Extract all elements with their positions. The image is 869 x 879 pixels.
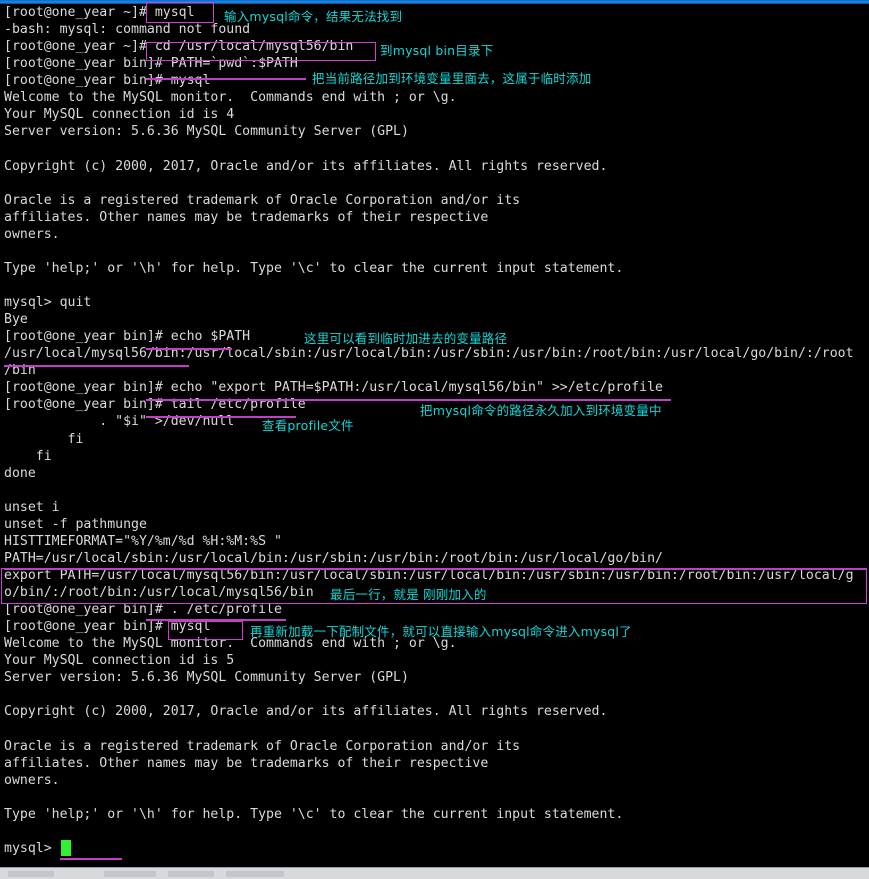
os-taskbar[interactable] (0, 867, 869, 879)
terminal-line: . "$i" >/dev/null (4, 414, 235, 430)
annotation-text: 把当前路径加到环境变量里面去，这属于临时添加 (312, 71, 592, 86)
terminal-line: unset -f pathmunge (4, 516, 147, 532)
terminal-line: /usr/local/mysql56/bin:/usr/local/sbin:/… (4, 346, 854, 362)
terminal-line: Copyright (c) 2000, 2017, Oracle and/or … (4, 158, 608, 174)
terminal-line: [root@one_year bin]# PATH=`pwd`:$PATH (4, 56, 298, 72)
terminal-line: [root@one_year bin]# mysql (4, 619, 211, 635)
annotation-text: 这里可以看到临时加进去的变量路径 (304, 331, 508, 346)
terminal-line: Server version: 5.6.36 MySQL Community S… (4, 670, 409, 686)
taskbar-item[interactable] (168, 871, 214, 877)
terminal-line: Welcome to the MySQL monitor. Commands e… (4, 90, 457, 106)
annotation-text: 再重新加载一下配制文件，就可以直接输入mysql命令进入mysql了 (250, 624, 632, 639)
terminal-line: done (4, 465, 36, 481)
terminal-line: Oracle is a registered trademark of Orac… (4, 192, 521, 208)
annotation-text: 到mysql bin目录下 (380, 43, 494, 58)
terminal-line: Type 'help;' or '\h' for help. Type '\c'… (4, 806, 624, 822)
terminal-line: affiliates. Other names may be trademark… (4, 755, 489, 771)
terminal-line: [root@one_year ~]# cd /usr/local/mysql56… (4, 39, 354, 55)
terminal-line: -bash: mysql: command not found (4, 22, 251, 38)
terminal-line: Server version: 5.6.36 MySQL Community S… (4, 124, 409, 140)
terminal-line: export PATH=/usr/local/mysql56/bin:/usr/… (4, 567, 854, 583)
terminal-line: fi (4, 431, 84, 447)
terminal-line: fi (4, 448, 52, 464)
terminal-line: [root@one_year bin]# echo $PATH (4, 329, 251, 345)
terminal-window[interactable]: [root@one_year ~]# mysql -bash: mysql: co… (0, 0, 869, 879)
terminal-line: mysql> quit (4, 295, 92, 311)
terminal-line: Copyright (c) 2000, 2017, Oracle and/or … (4, 704, 608, 720)
terminal-line: [root@one_year bin]# mysql (4, 73, 211, 89)
taskbar-item[interactable] (104, 871, 156, 877)
annotation-text: 查看profile文件 (262, 418, 354, 433)
taskbar-item[interactable] (226, 871, 284, 877)
terminal-line: PATH=/usr/local/sbin:/usr/local/bin:/usr… (4, 550, 663, 566)
terminal-line: o/bin/:/root/bin:/usr/local/mysql56/bin (4, 585, 314, 601)
terminal-line: [root@one_year bin]# tail /etc/profile (4, 397, 306, 413)
annotation-text: 最后一行，就是 刚刚加入的 (330, 587, 487, 602)
annotation-text: 输入mysql命令，结果无法找到 (224, 9, 403, 24)
terminal-line: mysql> (4, 840, 60, 856)
terminal-line: owners. (4, 226, 60, 242)
terminal-line: [root@one_year bin]# . /etc/profile (4, 602, 282, 618)
terminal-line: [root@one_year ~]# mysql (4, 5, 195, 20)
annotation-text: 把mysql命令的路径永久加入到环境变量中 (420, 403, 662, 418)
terminal-line: affiliates. Other names may be trademark… (4, 209, 489, 225)
terminal-line: owners. (4, 772, 60, 788)
terminal-line: Bye (4, 312, 28, 328)
terminal-line: Your MySQL connection id is 4 (4, 107, 235, 123)
taskbar-item[interactable] (8, 871, 54, 877)
terminal-output[interactable]: [root@one_year ~]# mysql -bash: mysql: co… (0, 4, 869, 862)
terminal-line: Oracle is a registered trademark of Orac… (4, 738, 521, 754)
terminal-line: [root@one_year bin]# echo "export PATH=$… (4, 380, 663, 396)
text-cursor (61, 840, 71, 856)
terminal-line: Your MySQL connection id is 5 (4, 653, 235, 669)
terminal-line: HISTTIMEFORMAT="%Y/%m/%d %H:%M:%S " (4, 533, 282, 549)
terminal-line: Type 'help;' or '\h' for help. Type '\c'… (4, 260, 624, 276)
terminal-line: /bin (4, 363, 36, 379)
terminal-line: unset i (4, 499, 60, 515)
